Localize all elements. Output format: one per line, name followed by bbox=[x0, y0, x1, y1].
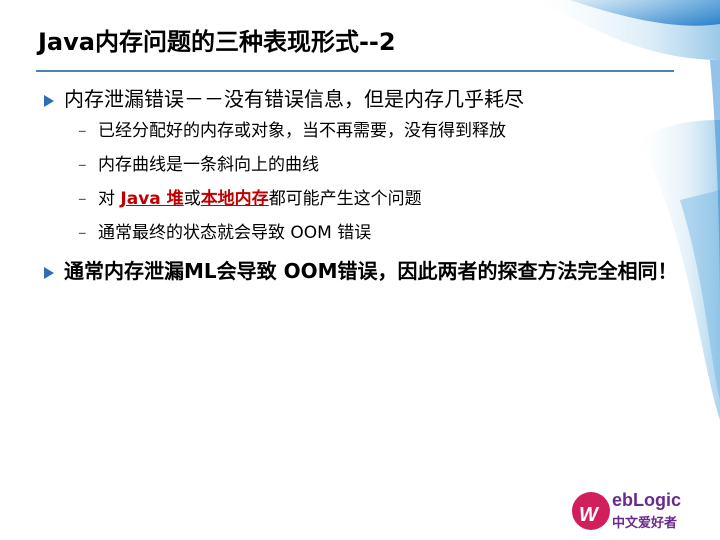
dash-icon: – bbox=[78, 121, 87, 141]
logo-subtitle: 中文爱好者 bbox=[612, 516, 678, 531]
sub-bullet-mid: 或 bbox=[183, 189, 201, 209]
sub-bullet-text: 内存曲线是一条斜向上的曲线 bbox=[98, 155, 319, 175]
slide: Java内存问题的三种表现形式--2 内存泄漏错误－－没有错误信息，但是内存几乎… bbox=[0, 0, 720, 540]
weblogic-logo: W ebLogic 中文爱好者 bbox=[572, 488, 712, 532]
bullet-text: 通常内存泄漏ML会导致 OOM错误，因此两者的探查方法完全相同！ bbox=[64, 259, 678, 283]
link-native-memory[interactable]: 本地内存 bbox=[201, 189, 269, 209]
logo-circle-icon: W bbox=[572, 492, 610, 530]
sub-bullet-item: – 对 Java 堆或本地内存都可能产生这个问题 bbox=[78, 188, 682, 210]
bullet-item-oom-conclusion: 通常内存泄漏ML会导致 OOM错误，因此两者的探查方法完全相同！ bbox=[42, 258, 682, 284]
bullet-list: 内存泄漏错误－－没有错误信息，但是内存几乎耗尽 – 已经分配好的内存或对象，当不… bbox=[42, 86, 682, 284]
sub-bullet-prefix: 对 bbox=[98, 189, 121, 209]
bullet-item-memory-leak: 内存泄漏错误－－没有错误信息，但是内存几乎耗尽 bbox=[42, 86, 682, 112]
sub-bullet-text: 通常最终的状态就会导致 OOM 错误 bbox=[98, 223, 372, 243]
sub-bullet-item: – 内存曲线是一条斜向上的曲线 bbox=[78, 154, 682, 176]
bullet-text: 内存泄漏错误－－没有错误信息，但是内存几乎耗尽 bbox=[64, 87, 524, 111]
sub-bullet-text: 已经分配好的内存或对象，当不再需要，没有得到释放 bbox=[98, 121, 506, 141]
sub-bullet-item: – 已经分配好的内存或对象，当不再需要，没有得到释放 bbox=[78, 120, 682, 142]
sub-bullet-suffix: 都可能产生这个问题 bbox=[268, 189, 422, 209]
dash-icon: – bbox=[78, 223, 87, 243]
title-divider bbox=[36, 70, 674, 72]
dash-icon: – bbox=[78, 189, 87, 209]
bullet-arrow-icon bbox=[44, 95, 54, 107]
sub-bullet-list: – 已经分配好的内存或对象，当不再需要，没有得到释放 – 内存曲线是一条斜向上的… bbox=[78, 120, 682, 244]
logo-wordmark: ebLogic bbox=[612, 490, 682, 510]
slide-title: Java内存问题的三种表现形式--2 bbox=[38, 28, 396, 56]
sub-bullet-item: – 通常最终的状态就会导致 OOM 错误 bbox=[78, 222, 682, 244]
bullet-arrow-icon bbox=[44, 267, 54, 279]
link-java-heap[interactable]: Java 堆 bbox=[120, 189, 183, 209]
dash-icon: – bbox=[78, 155, 87, 175]
